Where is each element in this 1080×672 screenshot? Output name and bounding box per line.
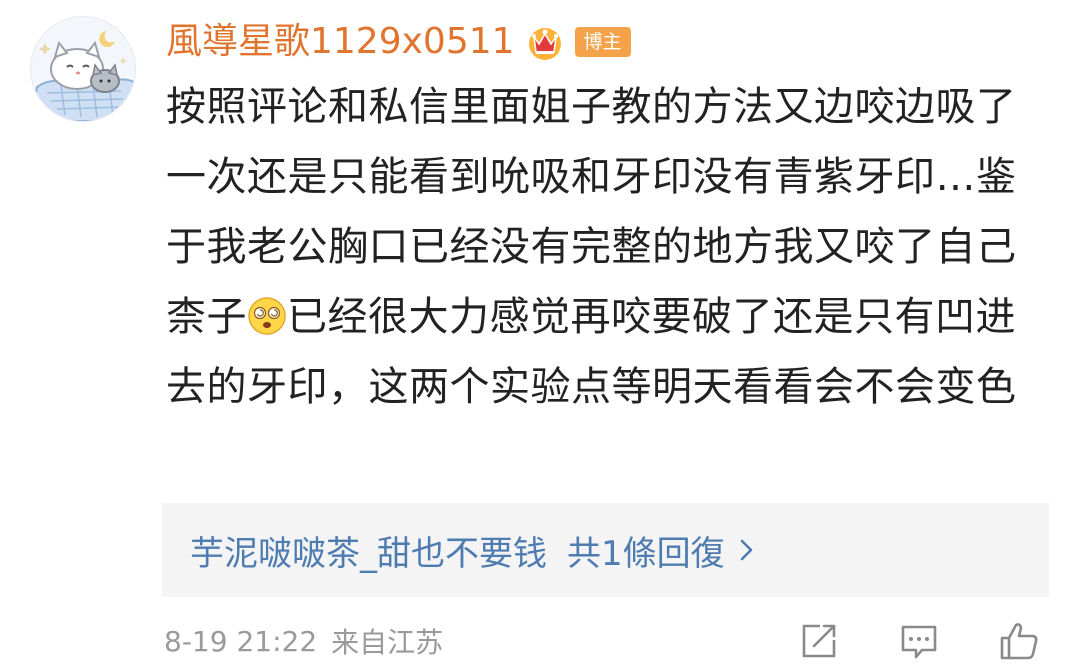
comment-icon[interactable] (898, 620, 940, 662)
blogger-badge: 博主 (574, 27, 631, 57)
cat-avatar-illustration (31, 31, 135, 121)
comment-body: 按照评论和私信里面姐子教的方法又边咬边吸了一次还是只能看到吮吸和牙印没有青紫牙印… (166, 72, 1056, 422)
avatar[interactable] (30, 16, 136, 122)
reply-author[interactable]: 芋泥啵啵茶_甜也不要钱 (190, 526, 547, 575)
comment-text-part-2: 已经很大力感觉再咬要破了还是只有凹进去的牙印，这两个实验点等明天看看会不会变色 (166, 294, 1017, 410)
username[interactable]: 風導星歌1129x0511 (166, 18, 515, 66)
thumbs-up-icon[interactable] (998, 620, 1040, 662)
dizzy-face-emoji (248, 297, 286, 335)
reply-preview[interactable]: 芋泥啵啵茶_甜也不要钱 共1條回復 (162, 503, 1049, 597)
reply-count[interactable]: 共1條回復 (567, 526, 725, 575)
share-icon[interactable] (798, 620, 840, 662)
crown-icon (528, 28, 561, 60)
comment-location: 来自江苏 (331, 626, 444, 659)
comment-meta: 8-19 21:22 来自江苏 (164, 616, 443, 666)
comment-header: 風導星歌1129x0511 博主 (166, 18, 631, 66)
chevron-right-icon[interactable] (737, 535, 757, 565)
comment-time: 8-19 21:22 (164, 624, 318, 658)
